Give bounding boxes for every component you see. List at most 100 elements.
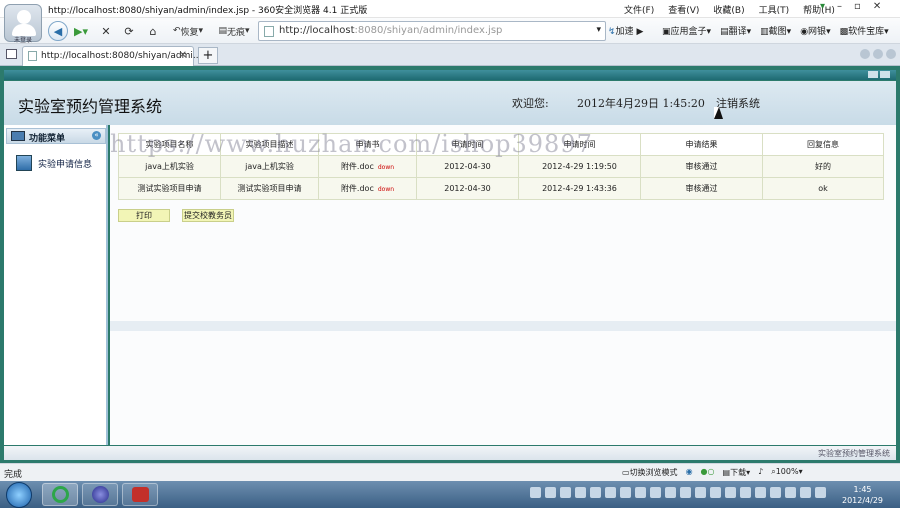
tab-close-icon[interactable]: ✕: [179, 50, 187, 61]
back-button[interactable]: ◀: [48, 21, 68, 41]
zoom-level: 100%: [775, 467, 799, 476]
browser-app-icon: [132, 487, 149, 502]
cell-attachment: 附件.doc down: [318, 155, 417, 178]
tray-icon[interactable]: [695, 487, 706, 498]
window-title: http://localhost:8080/shiyan/admin/index…: [48, 6, 368, 16]
tray-icon[interactable]: [815, 487, 826, 498]
tab-title: http://localhost:8080/shiyan/admi...: [41, 51, 202, 61]
tray-icon[interactable]: [650, 487, 661, 498]
taskbar-app-browser[interactable]: [122, 483, 158, 506]
accelerate-button[interactable]: ↯加速 ▶: [608, 24, 643, 37]
print-button[interactable]: 打印: [118, 209, 170, 222]
user-avatar[interactable]: 未登录: [4, 4, 42, 44]
forward-button[interactable]: ▶▾: [70, 22, 92, 40]
software-store-button[interactable]: ▩软件宝库▾: [840, 24, 889, 37]
tray-icon[interactable]: [740, 487, 751, 498]
dropdown-icon[interactable]: ▾: [596, 25, 601, 35]
minimize-button[interactable]: –: [837, 1, 842, 12]
tray-icon[interactable]: [635, 487, 646, 498]
tray-icon[interactable]: [725, 487, 736, 498]
home-button[interactable]: ⌂: [144, 22, 162, 40]
skin-icon[interactable]: ▾: [820, 1, 825, 12]
tray-icon[interactable]: [560, 487, 571, 498]
tray-icon[interactable]: [665, 487, 676, 498]
download-button[interactable]: ▤下载▾: [723, 467, 751, 478]
menu-file[interactable]: 文件(F): [624, 3, 654, 16]
attachment-link[interactable]: 附件.doc: [341, 184, 374, 193]
menu-tools[interactable]: 工具(T): [759, 3, 790, 16]
cell-attachment: 附件.doc down: [318, 177, 417, 200]
tray-icon[interactable]: [530, 487, 541, 498]
cell-reply: ok: [762, 177, 884, 200]
private-mode-label: 无痕: [226, 27, 245, 38]
tray-icon[interactable]: [785, 487, 796, 498]
tray-icon[interactable]: [605, 487, 616, 498]
tray-icon[interactable]: [755, 487, 766, 498]
undo-icon: ↶: [172, 26, 181, 36]
tray-icon[interactable]: [710, 487, 721, 498]
tray-icon[interactable]: [620, 487, 631, 498]
app-top-strip: [4, 70, 896, 80]
bank-button[interactable]: ◉网银▾: [800, 24, 830, 37]
address-bar[interactable]: http://localhost:8080/shiyan/admin/index…: [258, 21, 606, 41]
tray-icon[interactable]: [680, 487, 691, 498]
cell-result: 审核通过: [640, 155, 763, 178]
switch-mode-label: 切换浏览模式: [629, 468, 678, 477]
restore-label: 恢复: [180, 27, 199, 38]
new-tab-button[interactable]: +: [198, 47, 218, 64]
strip-left-icon[interactable]: [868, 71, 878, 78]
taskbar-app-eclipse[interactable]: [82, 483, 118, 506]
sidebar-toggle-icon[interactable]: [6, 49, 17, 59]
taskbar-app-ie[interactable]: [42, 483, 78, 506]
submit-to-admin-button[interactable]: 提交校教务员: [182, 209, 234, 222]
zoom-control[interactable]: ⌕100%▾: [771, 467, 802, 478]
tab-prev-icon[interactable]: [860, 49, 870, 59]
refresh-button[interactable]: ⟳: [120, 22, 138, 40]
tray-icon[interactable]: [800, 487, 811, 498]
tray-icon[interactable]: [590, 487, 601, 498]
attachment-link[interactable]: 附件.doc: [341, 162, 374, 171]
sidebar-item-experiment-applications[interactable]: 实验申请信息: [16, 155, 92, 171]
tab-bar: http://localhost:8080/shiyan/admi... ✕ +: [0, 44, 900, 66]
tray-icon[interactable]: [575, 487, 586, 498]
translate-button[interactable]: ▤翻译▾: [720, 24, 751, 37]
stop-button[interactable]: ✕: [98, 22, 114, 40]
app-box-label: 应用盒子: [670, 27, 707, 37]
toggle-icon[interactable]: ●○: [701, 467, 715, 478]
eclipse-icon: [92, 486, 109, 503]
close-button[interactable]: ✕: [873, 1, 881, 12]
menu-view[interactable]: 查看(V): [668, 3, 699, 16]
tab-next-icon[interactable]: [873, 49, 883, 59]
browser-status-bar: 完成 ▭切换浏览模式 ◉ ●○ ▤下载▾ ♪ ⌕100%▾: [0, 463, 900, 481]
cell-result: 审核通过: [640, 177, 763, 200]
app-header: 实验室预约管理系统 欢迎您: 2012年4月29日 1:45:20 注销系统: [4, 81, 896, 125]
strip-right-icon[interactable]: [880, 71, 890, 78]
main-content: 实验项目名称 实验项目描述 申请书 申请时间 申请时间 申请结果 回复信息 ja…: [110, 125, 896, 445]
tray-icon[interactable]: [545, 487, 556, 498]
tab-active[interactable]: http://localhost:8080/shiyan/admi... ✕: [22, 46, 202, 66]
avatar-label: 未登录: [13, 37, 32, 44]
screenshot-button[interactable]: ▥截图▾: [760, 24, 791, 37]
volume-icon[interactable]: ♪: [758, 467, 763, 478]
tray-icon[interactable]: [770, 487, 781, 498]
maximize-button[interactable]: ▫: [854, 1, 861, 12]
content-band: [110, 321, 896, 331]
security-icon[interactable]: ◉: [686, 467, 693, 478]
collapse-icon[interactable]: «: [92, 131, 101, 140]
cell-apply-date: 2012-04-30: [416, 155, 519, 178]
start-button[interactable]: [6, 482, 32, 508]
app-box-button[interactable]: ▣应用盒子▾: [662, 24, 711, 37]
taskbar-clock[interactable]: 1:45 2012/4/29: [842, 484, 883, 506]
menu-header[interactable]: 功能菜单 «: [6, 128, 106, 144]
tab-menu-icon[interactable]: [886, 49, 896, 59]
restore-button[interactable]: ↶ 恢复 ▾: [166, 22, 210, 40]
menu-favorites[interactable]: 收藏(B): [713, 3, 744, 16]
download-label: 下载: [730, 468, 747, 477]
private-mode-button[interactable]: ▤ 无痕 ▾: [214, 22, 254, 40]
col-reply: 回复信息: [762, 133, 884, 156]
go-icon[interactable]: ▶: [636, 27, 643, 37]
download-link[interactable]: down: [378, 164, 394, 171]
menu-bar: 文件(F) 查看(V) 收藏(B) 工具(T) 帮助(H): [624, 3, 835, 16]
download-link[interactable]: down: [378, 186, 394, 193]
switch-mode-button[interactable]: ▭切换浏览模式: [622, 467, 678, 478]
